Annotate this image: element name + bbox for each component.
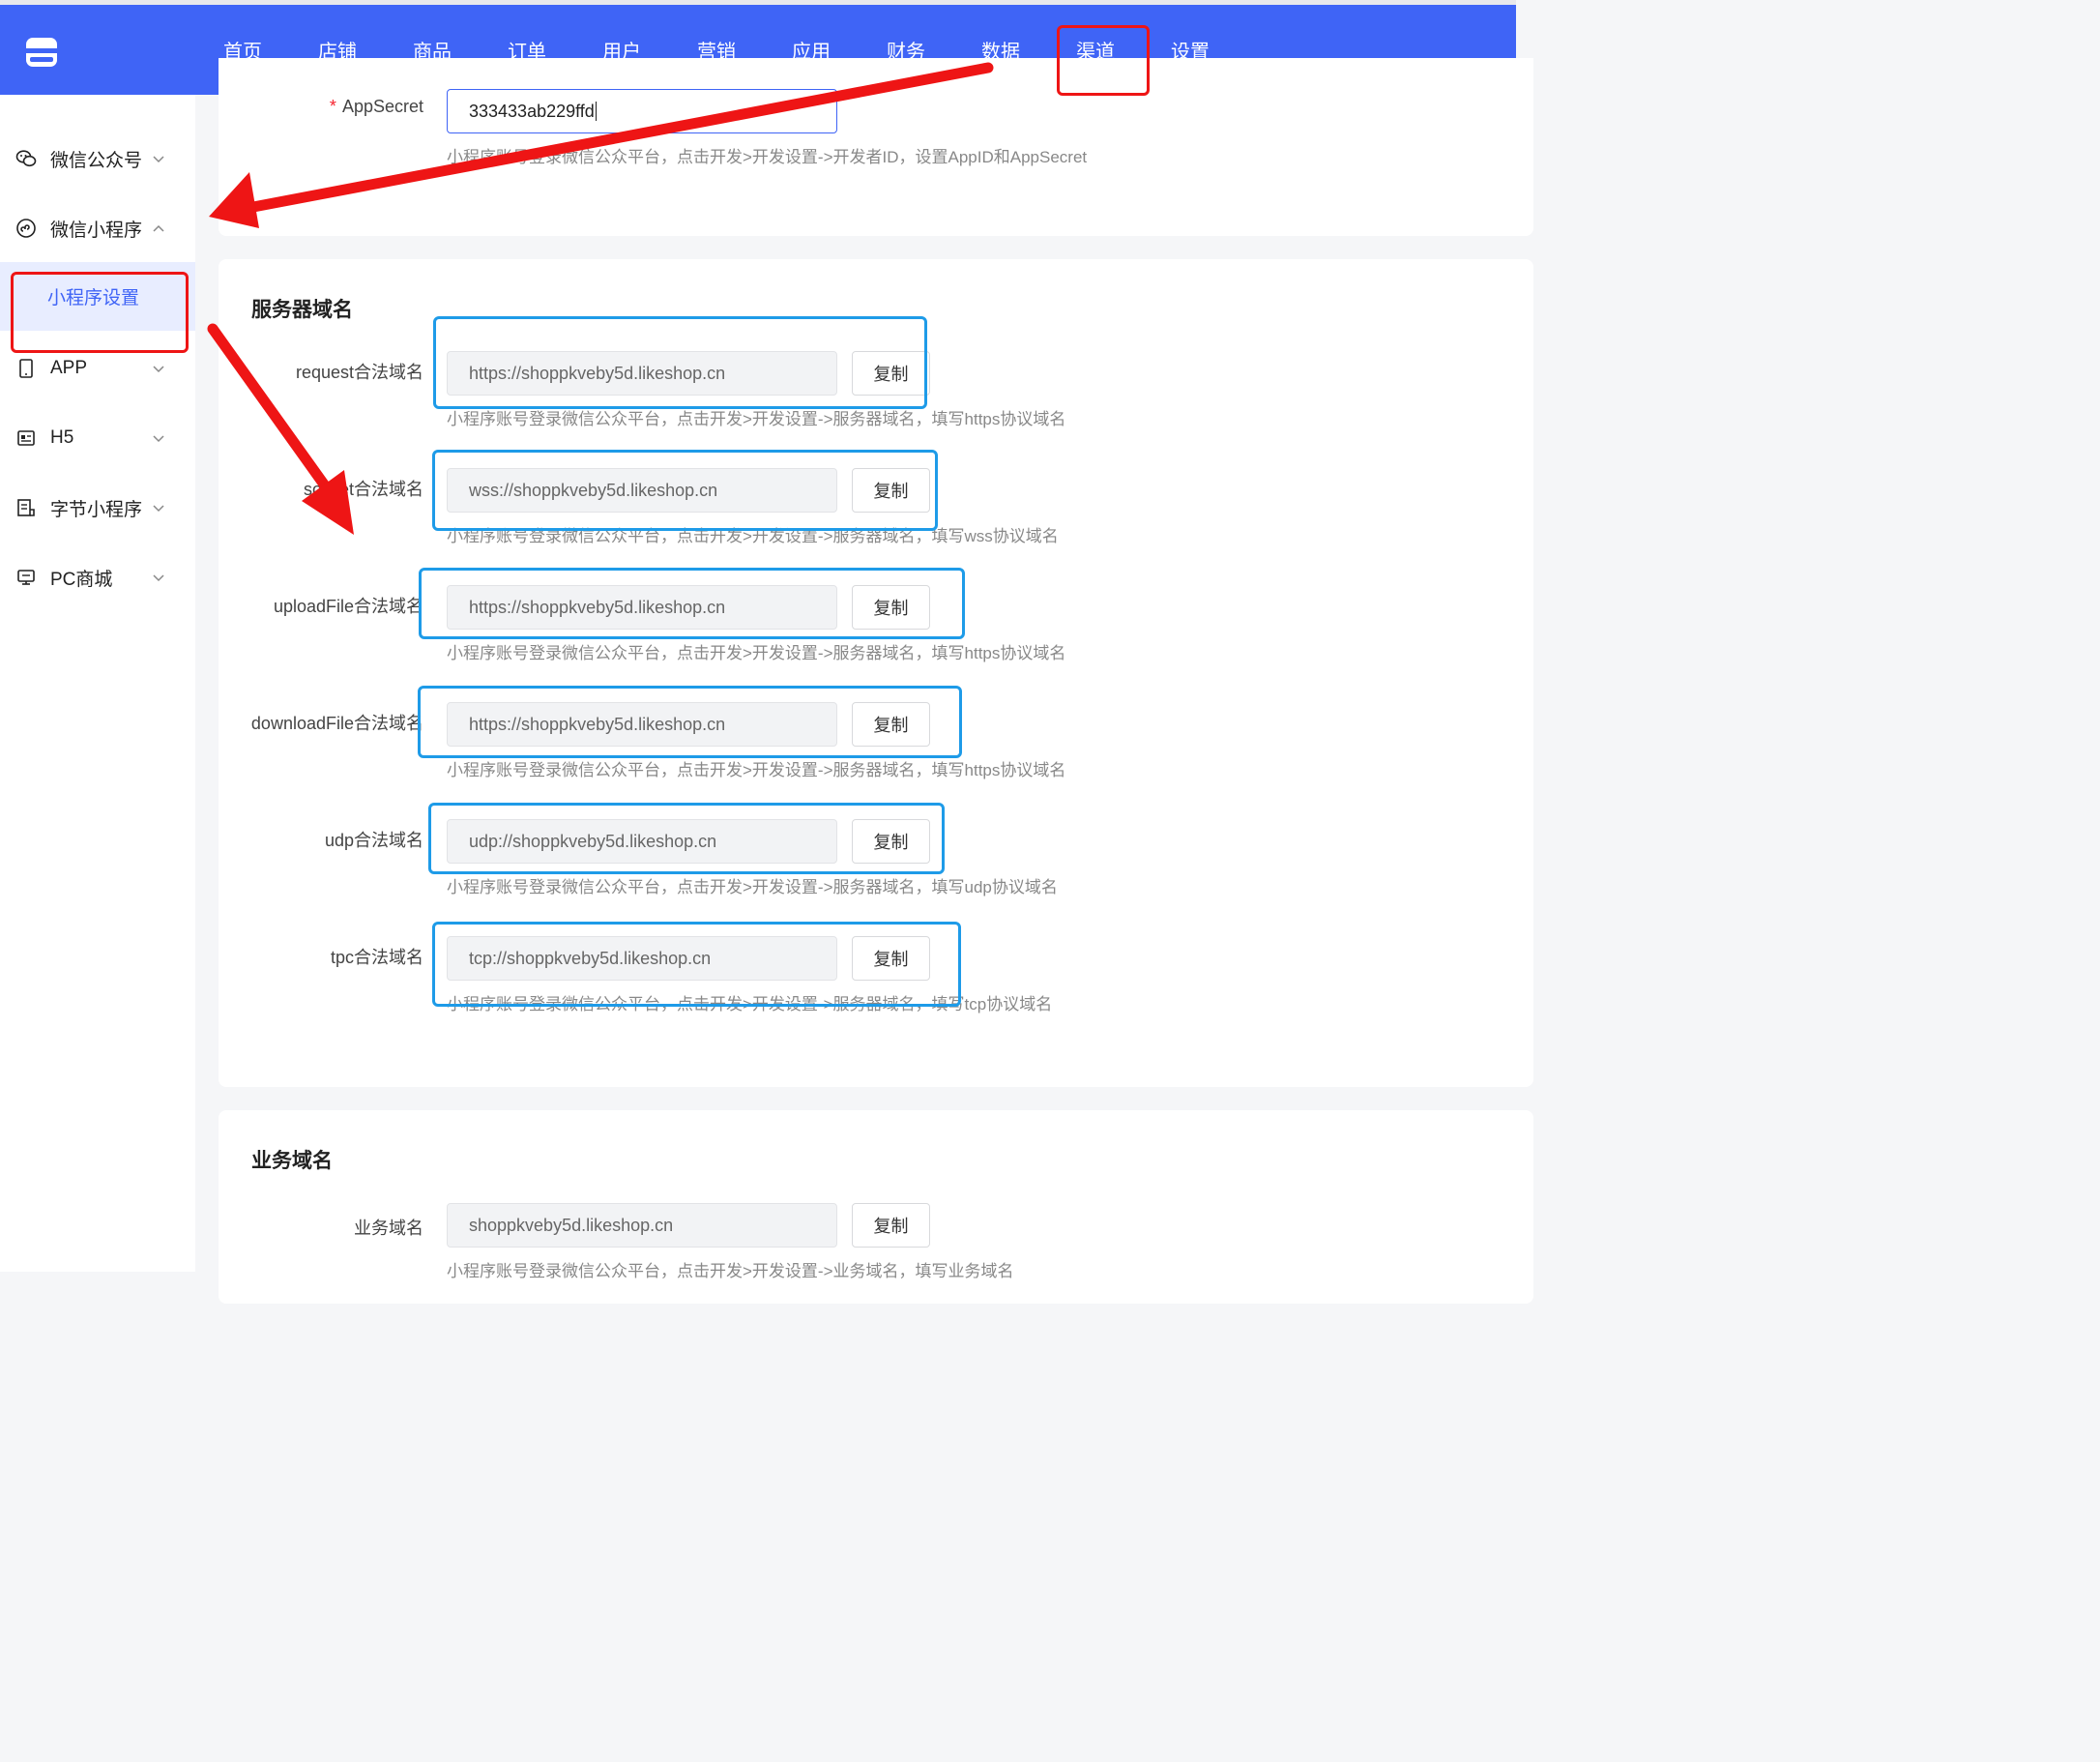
- domain-label: request合法域名: [295, 363, 423, 382]
- chevron-up-icon: [151, 220, 166, 236]
- sidebar-group-1[interactable]: 微信小程序: [0, 204, 195, 252]
- sidebar: 小程序设置 微信公众号 微信小程序 APP H5 字节小程序 PC商城: [0, 95, 195, 1272]
- appsecret-hint: 小程序账号登录微信公众平台，点击开发>开发设置->开发者ID，设置AppID和A…: [447, 148, 1088, 166]
- chevron-down-icon: [151, 570, 166, 585]
- sidebar-group-label: H5: [50, 427, 74, 448]
- copy-button[interactable]: 复制: [852, 819, 930, 864]
- copy-button[interactable]: 复制: [852, 702, 930, 747]
- store-logo-icon[interactable]: [23, 36, 60, 69]
- appsecret-card: * AppSecret 333433ab229ffd 小程序账号登录微信公众平台，…: [219, 58, 1533, 236]
- domain-input[interactable]: udp://shoppkveby5d.likeshop.cn: [447, 819, 837, 864]
- sidebar-group-label: 微信公众号: [50, 150, 143, 171]
- sidebar-item-miniprogram-settings[interactable]: 小程序设置: [0, 262, 195, 331]
- sidebar-group-0[interactable]: 微信公众号: [0, 134, 195, 183]
- sidebar-group-label: 微信小程序: [50, 220, 143, 241]
- domain-hint: 小程序账号登录微信公众平台，点击开发>开发设置->服务器域名，填写tcp协议域名: [447, 995, 1053, 1013]
- copy-button[interactable]: 复制: [852, 468, 930, 513]
- domain-hint: 小程序账号登录微信公众平台，点击开发>开发设置->服务器域名，填写https协议…: [447, 644, 1066, 662]
- sidebar-group-label: APP: [50, 358, 88, 378]
- domain-input[interactable]: https://shoppkveby5d.likeshop.cn: [447, 351, 837, 396]
- copy-button[interactable]: 复制: [852, 585, 930, 630]
- copy-button[interactable]: 复制: [852, 936, 930, 981]
- domain-hint: 小程序账号登录微信公众平台，点击开发>开发设置->服务器域名，填写udp协议域名: [447, 878, 1058, 896]
- domain-label: socket合法域名: [303, 480, 423, 499]
- sidebar-group-3[interactable]: H5: [0, 414, 195, 462]
- domain-hint: 小程序账号登录微信公众平台，点击开发>开发设置->服务器域名，填写https协议…: [447, 410, 1066, 428]
- chevron-down-icon: [151, 500, 166, 515]
- miniprogram-icon: [15, 218, 37, 239]
- domain-input[interactable]: https://shoppkveby5d.likeshop.cn: [447, 585, 837, 630]
- domain-label: downloadFile合法域名: [250, 714, 423, 733]
- appsecret-label: * AppSecret: [329, 97, 423, 116]
- sidebar-group-label: PC商城: [50, 569, 113, 590]
- chevron-down-icon: [151, 430, 166, 446]
- business-domain-input[interactable]: shoppkveby5d.likeshop.cn: [447, 1203, 837, 1248]
- copy-business-domain-button[interactable]: 复制: [852, 1203, 930, 1248]
- monitor-icon: [15, 567, 37, 588]
- chevron-down-icon: [151, 151, 166, 166]
- domain-input[interactable]: https://shoppkveby5d.likeshop.cn: [447, 702, 837, 747]
- domain-hint: 小程序账号登录微信公众平台，点击开发>开发设置->服务器域名，填写wss协议域名: [447, 527, 1059, 545]
- domain-input[interactable]: tcp://shoppkveby5d.likeshop.cn: [447, 936, 837, 981]
- wechat-icon: [15, 148, 37, 169]
- business-domain-label: 业务域名: [354, 1219, 423, 1238]
- business-domain-title: 业务域名: [251, 1150, 333, 1172]
- h5-icon: [15, 427, 37, 449]
- sidebar-sub-label: 小程序设置: [47, 288, 140, 308]
- server-domain-title: 服务器域名: [251, 299, 353, 321]
- business-domain-hint: 小程序账号登录微信公众平台，点击开发>开发设置->业务域名，填写业务域名: [447, 1262, 1014, 1280]
- bytedance-icon: [15, 497, 37, 518]
- domain-hint: 小程序账号登录微信公众平台，点击开发>开发设置->服务器域名，填写https协议…: [447, 761, 1066, 779]
- server-domain-card: 服务器域名 request合法域名 https://shoppkveby5d.li…: [219, 259, 1533, 1087]
- domain-input[interactable]: wss://shoppkveby5d.likeshop.cn: [447, 468, 837, 513]
- appsecret-input[interactable]: 333433ab229ffd: [447, 89, 837, 133]
- domain-label: tpc合法域名: [330, 948, 423, 967]
- mobile-icon: [15, 358, 37, 379]
- copy-button[interactable]: 复制: [852, 351, 930, 396]
- domain-label: udp合法域名: [324, 831, 423, 850]
- business-domain-card: 业务域名 业务域名 shoppkveby5d.likeshop.cn 复制 小程…: [219, 1110, 1533, 1304]
- domain-label: uploadFile合法域名: [273, 597, 423, 616]
